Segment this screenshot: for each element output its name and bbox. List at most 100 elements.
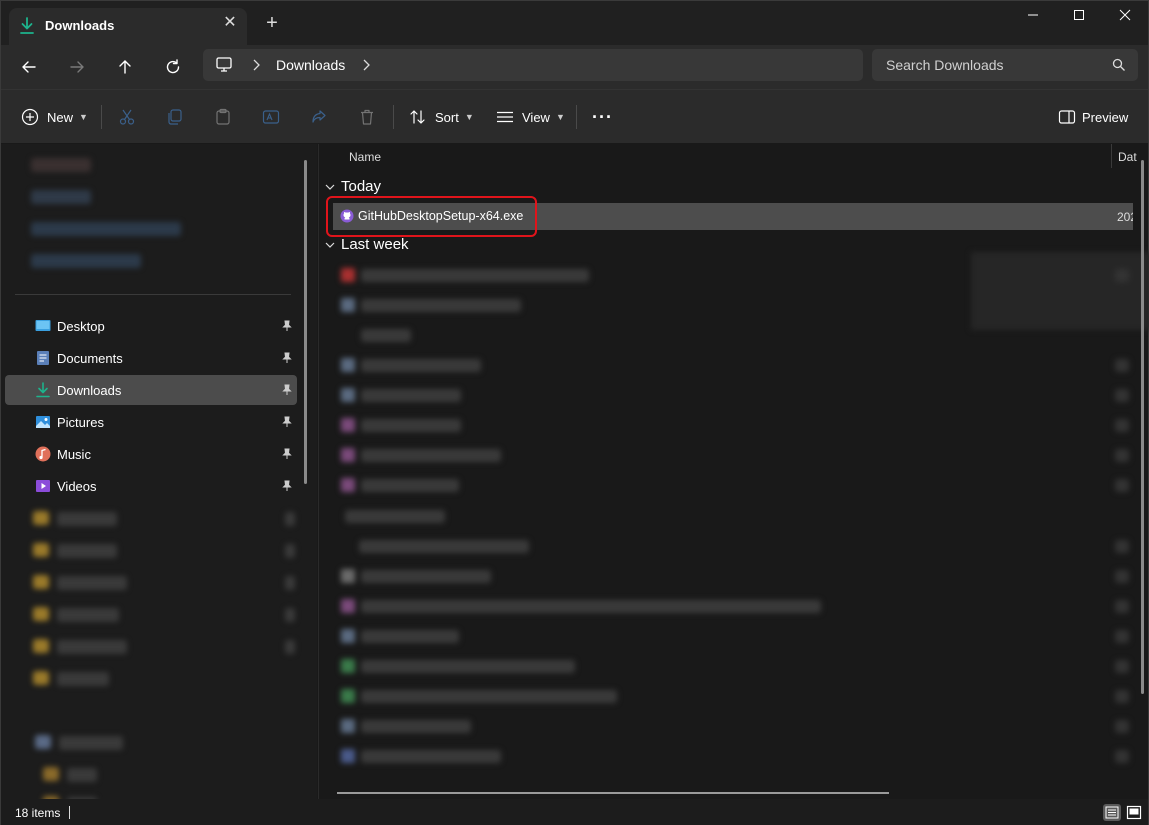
highlight-annotation-box	[326, 196, 537, 237]
paste-button[interactable]	[214, 105, 232, 129]
toolbar-divider	[393, 105, 394, 129]
copy-icon	[168, 109, 182, 125]
sidebar-item-label: Documents	[57, 351, 123, 366]
address-bar[interactable]: Downloads	[203, 49, 863, 81]
group-header-last-week[interactable]: Last week	[325, 236, 409, 253]
up-arrow-icon	[119, 60, 131, 74]
desktop-icon	[35, 320, 51, 331]
preview-pane-button[interactable]: Preview	[1058, 105, 1128, 129]
sidebar-item-pictures[interactable]: Pictures	[5, 407, 297, 437]
details-view-button[interactable]	[1103, 804, 1121, 821]
tab-close-icon[interactable]: ✕	[223, 15, 237, 31]
nav-scrollbar[interactable]	[304, 160, 307, 484]
sidebar-item-label: Videos	[57, 479, 97, 494]
cut-button[interactable]	[118, 105, 136, 129]
chevron-down-icon	[325, 184, 335, 190]
sidebar-item-label: Pictures	[57, 415, 104, 430]
search-input[interactable]: Search Downloads	[886, 57, 1004, 73]
tab-title: Downloads	[45, 18, 115, 33]
sidebar-item-music[interactable]: Music	[5, 439, 297, 469]
back-arrow-icon	[22, 61, 36, 73]
sort-button[interactable]: Sort ▼	[409, 105, 474, 129]
sort-label: Sort	[435, 109, 459, 125]
download-icon	[20, 17, 34, 34]
close-icon	[1119, 9, 1131, 21]
scissors-icon	[119, 109, 135, 125]
close-window-button[interactable]	[1113, 7, 1137, 27]
sidebar-item-desktop[interactable]: Desktop	[5, 311, 297, 341]
search-box[interactable]: Search Downloads	[872, 49, 1138, 81]
back-button[interactable]	[17, 55, 41, 79]
pin-icon	[282, 352, 292, 363]
pin-icon	[282, 480, 292, 491]
file-list-horizontal-scrollbar[interactable]	[337, 792, 889, 794]
nav-divider	[15, 294, 291, 295]
up-button[interactable]	[113, 55, 137, 79]
toolbar-divider	[101, 105, 102, 129]
chevron-down-icon: ▼	[79, 112, 88, 122]
new-button[interactable]: New ▼	[21, 105, 88, 129]
pin-icon	[282, 416, 292, 427]
group-header-today[interactable]: Today	[325, 178, 381, 195]
music-icon	[35, 446, 51, 462]
copy-button[interactable]	[166, 105, 184, 129]
delete-button[interactable]	[358, 105, 376, 129]
new-tab-button[interactable]: +	[263, 13, 281, 33]
refresh-icon	[166, 59, 180, 74]
maximize-button[interactable]	[1067, 7, 1091, 27]
rename-icon	[262, 110, 280, 124]
pictures-icon	[36, 416, 50, 428]
view-button[interactable]: View ▼	[496, 105, 565, 129]
breadcrumb-downloads[interactable]: Downloads	[276, 57, 345, 73]
status-bar: 18 items	[1, 799, 1148, 825]
sidebar-item-videos[interactable]: Videos	[5, 471, 297, 501]
file-list: Name Dat Today GitHubDesktopSetup-x64.ex…	[318, 144, 1149, 799]
documents-icon	[37, 351, 49, 365]
chevron-down-icon: ▼	[555, 112, 565, 122]
pin-icon	[282, 448, 292, 459]
chevron-down-icon	[325, 242, 335, 248]
sidebar-item-documents[interactable]: Documents	[5, 343, 297, 373]
column-header-name[interactable]: Name	[349, 150, 381, 164]
paste-icon	[216, 108, 230, 125]
toolbar-divider	[576, 105, 577, 129]
downloads-icon	[36, 382, 50, 398]
navigation-pane: Desktop Documents Downloads Pictures Mus…	[1, 144, 317, 811]
search-icon	[1112, 58, 1125, 71]
file-list-vertical-scrollbar[interactable]	[1141, 160, 1144, 694]
videos-icon	[36, 480, 50, 492]
chevron-right-icon[interactable]	[361, 58, 371, 72]
minimize-button[interactable]	[1021, 7, 1045, 27]
pin-icon	[282, 384, 292, 395]
preview-pane-icon	[1058, 110, 1076, 124]
title-bar: Downloads ✕ +	[1, 1, 1148, 45]
preview-label: Preview	[1082, 109, 1129, 125]
refresh-button[interactable]	[161, 55, 185, 79]
command-bar: New ▼ Sort ▼ View ▼ ··· Preview	[1, 89, 1148, 143]
tab-downloads[interactable]: Downloads ✕	[9, 8, 247, 45]
view-label: View	[522, 109, 550, 125]
trash-icon	[361, 109, 373, 125]
rename-button[interactable]	[262, 105, 280, 129]
tiles-view-button[interactable]	[1125, 804, 1143, 821]
forward-button[interactable]	[65, 55, 89, 79]
status-divider	[69, 806, 70, 819]
share-button[interactable]	[310, 105, 328, 129]
share-icon	[312, 110, 326, 123]
view-list-icon	[497, 111, 513, 123]
file-explorer-window: Downloads ✕ + Downloads Search Downloads…	[0, 0, 1149, 825]
more-options-button[interactable]: ···	[592, 105, 613, 129]
sidebar-item-label: Desktop	[57, 319, 105, 334]
sidebar-item-label: Downloads	[57, 383, 122, 398]
sidebar-item-label: Music	[57, 447, 91, 462]
add-circle-icon	[21, 108, 39, 126]
forward-arrow-icon	[70, 61, 84, 73]
sidebar-item-downloads[interactable]: Downloads	[5, 375, 297, 405]
group-label: Last week	[341, 236, 409, 253]
item-count: 18 items	[15, 806, 61, 820]
maximize-icon	[1074, 10, 1084, 20]
group-label: Today	[341, 178, 382, 195]
details-view-icon	[1105, 806, 1119, 819]
file-date: 202	[1117, 210, 1133, 224]
new-label: New	[47, 109, 74, 125]
